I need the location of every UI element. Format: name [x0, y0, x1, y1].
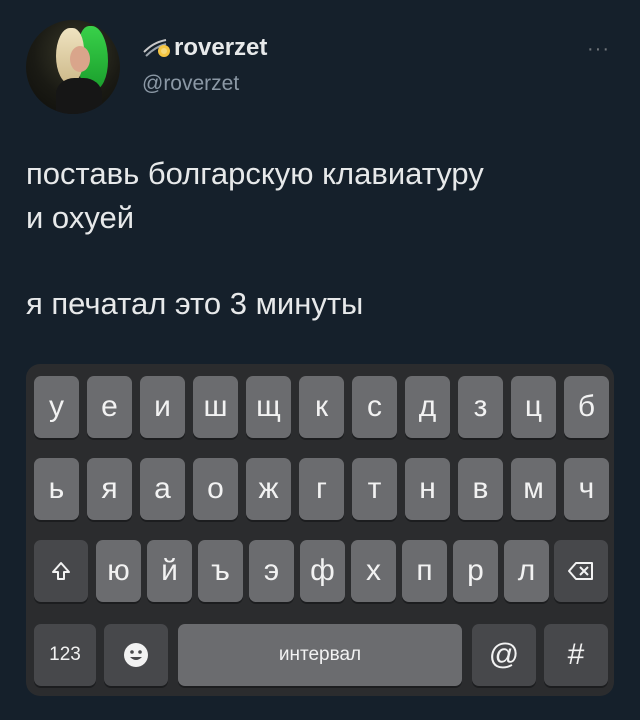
key-row1-8[interactable]: з	[458, 376, 503, 438]
key-row1-1[interactable]: е	[87, 376, 132, 438]
key-row3-4[interactable]: ф	[300, 540, 345, 602]
backspace-icon	[568, 562, 593, 580]
key-row3-2[interactable]: ъ	[198, 540, 243, 602]
tweet-text-line-2: и охуей	[26, 200, 135, 235]
emoji-key[interactable]	[104, 624, 168, 686]
emoji-icon	[124, 643, 148, 667]
key-row1-6[interactable]: с	[352, 376, 397, 438]
key-row1-5[interactable]: к	[299, 376, 344, 438]
key-row3-5[interactable]: х	[351, 540, 396, 602]
key-row1-9[interactable]: ц	[511, 376, 556, 438]
tweet-header: roverzet @roverzet ···	[0, 0, 640, 130]
key-row3-8[interactable]: л	[504, 540, 549, 602]
key-row3-7[interactable]: р	[453, 540, 498, 602]
backspace-key[interactable]	[554, 540, 608, 602]
tweet-text-line-3: я печатал это 3 минуты	[26, 286, 364, 321]
key-row3-1[interactable]: й	[147, 540, 192, 602]
key-row2-7[interactable]: н	[405, 458, 450, 520]
avatar-body	[56, 78, 102, 114]
user-handle[interactable]: @roverzet	[142, 72, 239, 96]
key-row3-6[interactable]: п	[402, 540, 447, 602]
key-row1-3[interactable]: ш	[193, 376, 238, 438]
key-row1-2[interactable]: и	[140, 376, 185, 438]
key-row3-0[interactable]: ю	[96, 540, 141, 602]
key-row1-10[interactable]: б	[564, 376, 609, 438]
key-row2-2[interactable]: а	[140, 458, 185, 520]
key-row2-0[interactable]: ь	[34, 458, 79, 520]
at-key[interactable]: @	[472, 624, 536, 686]
hash-key[interactable]: #	[544, 624, 608, 686]
shift-key[interactable]	[34, 540, 88, 602]
name-row[interactable]: roverzet	[142, 34, 267, 62]
key-row1-0[interactable]: у	[34, 376, 79, 438]
key-row2-9[interactable]: м	[511, 458, 556, 520]
key-row2-5[interactable]: г	[299, 458, 344, 520]
display-name[interactable]: roverzet	[174, 34, 267, 62]
key-row2-1[interactable]: я	[87, 458, 132, 520]
key-row2-4[interactable]: ж	[246, 458, 291, 520]
comet-icon	[143, 39, 170, 57]
shift-icon	[52, 562, 70, 580]
numbers-key[interactable]: 123	[34, 624, 96, 686]
avatar-face	[70, 46, 90, 72]
key-row2-3[interactable]: о	[193, 458, 238, 520]
avatar[interactable]	[26, 20, 120, 114]
space-key[interactable]: интервал	[178, 624, 462, 686]
key-row1-7[interactable]: д	[405, 376, 450, 438]
key-row2-8[interactable]: в	[458, 458, 503, 520]
key-row2-10[interactable]: ч	[564, 458, 609, 520]
tweet-text-line-1: поставь болгарскую клавиатуру	[26, 156, 484, 191]
key-row2-6[interactable]: т	[352, 458, 397, 520]
key-row1-4[interactable]: щ	[246, 376, 291, 438]
more-options-icon[interactable]: ···	[587, 38, 610, 61]
key-row3-3[interactable]: э	[249, 540, 294, 602]
keyboard-image: уеишщксдзцб ьяаожгтнвмч юйъэфхпрл 123 ин…	[26, 364, 614, 696]
tweet-text-paragraph-1: поставь болгарскую клавиатуру и охуей	[26, 152, 616, 240]
